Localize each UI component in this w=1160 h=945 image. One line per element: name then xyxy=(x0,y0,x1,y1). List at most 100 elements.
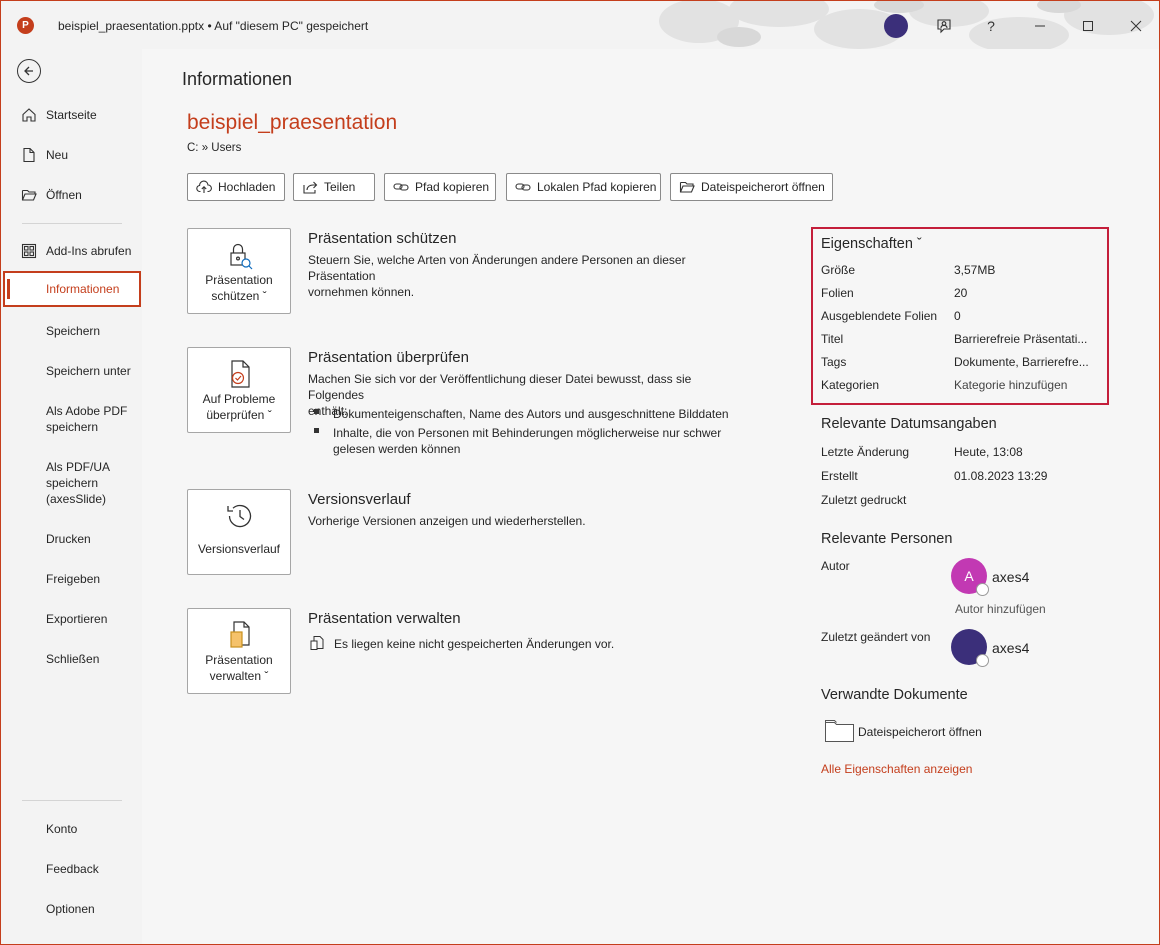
back-arrow-icon[interactable] xyxy=(17,59,41,83)
open-file-location-link[interactable]: Dateispeicherort öffnen xyxy=(858,725,982,739)
tile-label-line: Präsentation xyxy=(205,273,273,287)
sidebar-item-label-line: Als Adobe PDF xyxy=(46,404,128,418)
sidebar-item-konto[interactable]: Konto xyxy=(1,811,142,847)
protect-title: Präsentation schützen xyxy=(308,230,457,247)
sidebar-item-label: Speichern unter xyxy=(46,364,131,378)
author-name[interactable]: axes4 xyxy=(992,569,1029,585)
sidebar-item-label: Freigeben xyxy=(46,572,101,586)
show-all-properties-link[interactable]: Alle Eigenschaften anzeigen xyxy=(821,762,972,776)
title-property-value[interactable]: Barrierefreie Präsentati... xyxy=(954,332,1087,346)
property-key: Tags xyxy=(821,355,847,369)
protect-presentation-tile[interactable]: Präsentation schützen ˇ xyxy=(187,228,291,314)
help-icon[interactable]: ? xyxy=(976,11,1006,41)
sidebar-divider xyxy=(22,800,122,801)
page-title: Informationen xyxy=(182,69,293,89)
sidebar-item-label: Öffnen xyxy=(46,188,82,202)
document-path[interactable]: C: » Users xyxy=(187,142,241,154)
version-history-tile[interactable]: Versionsverlauf xyxy=(187,489,291,575)
sidebar-item-drucken[interactable]: Drucken xyxy=(1,521,142,557)
modifier-avatar[interactable] xyxy=(951,629,989,667)
property-key: Folien xyxy=(821,286,854,300)
upload-button-label: Hochladen xyxy=(218,180,276,194)
property-key: Größe xyxy=(821,263,856,277)
sidebar-item-speichern[interactable]: Speichern xyxy=(1,313,142,349)
presence-status-icon xyxy=(976,583,989,596)
close-icon[interactable] xyxy=(1121,11,1151,41)
sidebar-item-oeffnen[interactable]: Öffnen xyxy=(1,177,142,213)
property-value: 20 xyxy=(954,286,968,300)
bullet-line: Dokumenteigenschaften, Name des Autors u… xyxy=(333,407,729,421)
sidebar-item-label-line: speichern xyxy=(46,476,99,490)
sidebar-item-label: Als Adobe PDF speichern xyxy=(46,403,127,435)
property-key: Ausgeblendete Folien xyxy=(821,309,938,323)
inspect-document-icon xyxy=(224,358,256,390)
manage-presentation-tile[interactable]: Präsentation verwalten ˇ xyxy=(187,608,291,694)
modifier-name[interactable]: axes4 xyxy=(992,640,1029,656)
copy-path-button-label: Pfad kopieren xyxy=(415,180,490,194)
sidebar-item-label: Speichern xyxy=(46,324,101,338)
upload-button[interactable]: Hochladen xyxy=(187,173,285,201)
add-category-field[interactable]: Kategorie hinzufügen xyxy=(954,378,1067,392)
properties-header[interactable]: Eigenschaften ˇ xyxy=(821,236,922,252)
copy-local-path-button[interactable]: Lokalen Pfad kopieren xyxy=(506,173,661,201)
date-key: Zuletzt gedruckt xyxy=(821,493,907,507)
sidebar-item-label: Schließen xyxy=(46,652,100,666)
sidebar-item-exportieren[interactable]: Exportieren xyxy=(1,601,142,637)
maximize-icon[interactable] xyxy=(1073,11,1103,41)
open-file-location-button[interactable]: Dateispeicherort öffnen xyxy=(670,173,833,201)
protect-description: Steuern Sie, welche Arten von Änderungen… xyxy=(308,252,748,300)
copy-local-path-button-label: Lokalen Pfad kopieren xyxy=(537,180,657,194)
property-value: 0 xyxy=(954,309,961,323)
sidebar-item-feedback[interactable]: Feedback xyxy=(1,851,142,887)
open-folder-icon xyxy=(21,187,37,203)
sidebar-item-pdf-ua[interactable]: Als PDF/UA speichern (axesSlide) xyxy=(1,459,142,511)
inspect-bullet: Dokumenteigenschaften, Name des Autors u… xyxy=(333,406,753,422)
app-window: P beispiel_praesentation.pptx • Auf "die… xyxy=(0,0,1160,945)
account-avatar[interactable] xyxy=(884,14,908,38)
sidebar-item-label: Neu xyxy=(46,148,69,162)
date-value: 01.08.2023 13:29 xyxy=(954,469,1048,483)
date-value: Heute, 13:08 xyxy=(954,445,1023,459)
inspect-title: Präsentation überprüfen xyxy=(308,349,469,366)
minimize-icon[interactable] xyxy=(1025,11,1055,41)
sidebar-item-schliessen[interactable]: Schließen xyxy=(1,641,142,677)
tile-label-line: verwalten ˇ xyxy=(209,669,269,683)
document-name: beispiel_praesentation xyxy=(187,111,398,134)
sidebar-item-addins[interactable]: Add-Ins abrufen xyxy=(1,233,142,269)
bullet-line: Inhalte, die von Personen mit Behinderun… xyxy=(333,426,722,440)
sidebar-item-freigeben[interactable]: Freigeben xyxy=(1,561,142,597)
dates-header: Relevante Datumsangaben xyxy=(821,416,997,432)
sidebar-item-startseite[interactable]: Startseite xyxy=(1,97,142,133)
coach-icon[interactable] xyxy=(929,11,959,41)
link-icon xyxy=(515,179,531,195)
tags-property-value[interactable]: Dokumente, Barrierefre... xyxy=(954,355,1089,369)
people-header: Relevante Personen xyxy=(821,531,953,547)
version-history-title: Versionsverlauf xyxy=(308,491,411,508)
modified-by-key: Zuletzt geändert von xyxy=(821,630,931,644)
inspect-bullet: Inhalte, die von Personen mit Behinderun… xyxy=(333,425,753,457)
sidebar-divider xyxy=(22,223,122,224)
add-author-field[interactable]: Autor hinzufügen xyxy=(955,602,1046,616)
inspect-presentation-tile[interactable]: Auf Probleme überprüfen ˇ xyxy=(187,347,291,433)
sidebar-item-optionen[interactable]: Optionen xyxy=(1,891,142,927)
sidebar-item-label-line: Als PDF/UA xyxy=(46,460,111,474)
description-line: vornehmen können. xyxy=(308,285,415,299)
property-value: 3,57MB xyxy=(954,263,996,277)
title-bar: P beispiel_praesentation.pptx • Auf "die… xyxy=(1,1,1159,49)
share-button[interactable]: Teilen xyxy=(293,173,375,201)
sidebar-item-label: Add-Ins abrufen xyxy=(46,244,132,258)
copy-path-button[interactable]: Pfad kopieren xyxy=(384,173,496,201)
sidebar-item-speichern-unter[interactable]: Speichern unter xyxy=(1,353,142,389)
folder-icon[interactable] xyxy=(825,719,854,742)
folder-open-icon xyxy=(679,179,695,195)
share-icon xyxy=(302,179,318,195)
tile-label-line: Versionsverlauf xyxy=(197,542,281,556)
sidebar-item-neu[interactable]: Neu xyxy=(1,137,142,173)
inspect-tile-label: Auf Probleme überprüfen ˇ xyxy=(188,391,290,423)
sidebar-item-label: Feedback xyxy=(46,862,99,876)
manage-description: Es liegen keine nicht gespeicherten Ände… xyxy=(334,637,615,651)
author-initial: A xyxy=(964,568,974,584)
author-avatar[interactable]: A xyxy=(951,558,989,596)
sidebar-item-informationen[interactable]: Informationen xyxy=(3,271,141,307)
sidebar-item-adobe-pdf[interactable]: Als Adobe PDF speichern xyxy=(1,403,142,439)
